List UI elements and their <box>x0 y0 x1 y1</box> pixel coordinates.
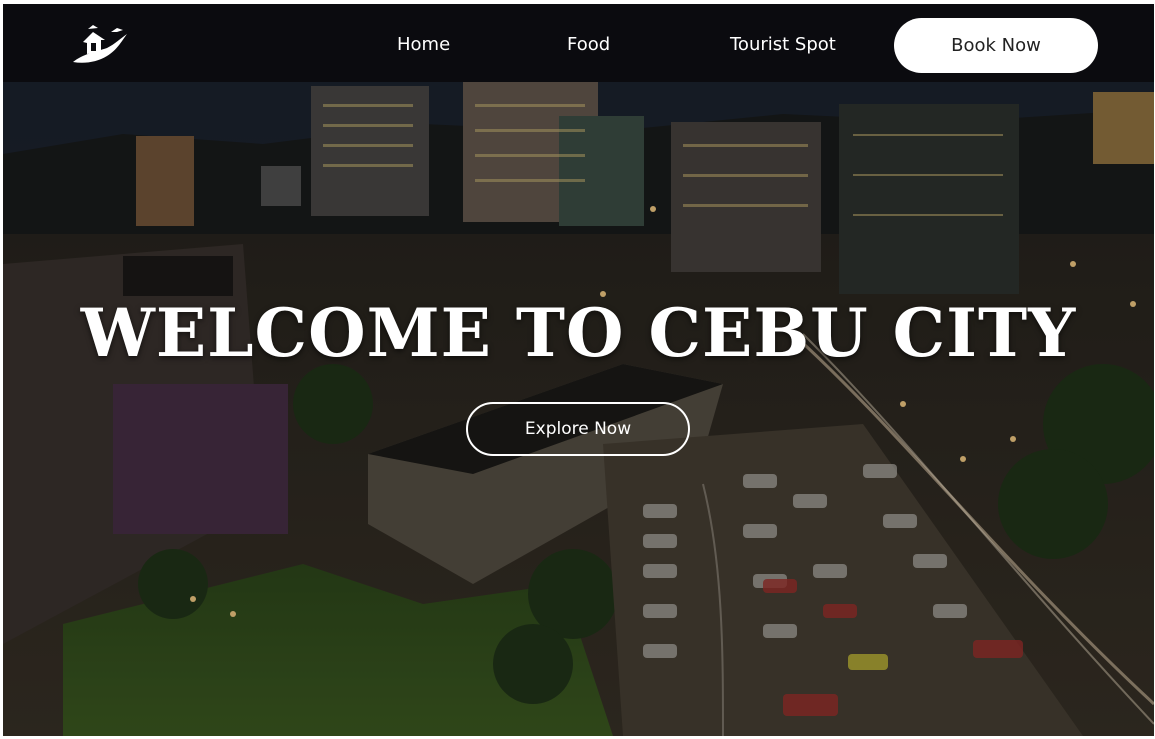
nav-link-tourist-spot[interactable]: Tourist Spot <box>730 34 836 55</box>
house-bird-logo-icon[interactable] <box>71 24 129 66</box>
explore-now-button[interactable]: Explore Now <box>466 402 690 456</box>
book-now-button[interactable]: Book Now <box>894 18 1098 73</box>
nav-link-food[interactable]: Food <box>567 34 610 55</box>
nav-link-home[interactable]: Home <box>397 34 450 55</box>
page-frame: Home Food Tourist Spot Book Now WELCOME … <box>3 4 1154 736</box>
navbar: Home Food Tourist Spot Book Now <box>3 4 1154 82</box>
hero-title: WELCOME TO CEBU CITY <box>80 294 1077 372</box>
